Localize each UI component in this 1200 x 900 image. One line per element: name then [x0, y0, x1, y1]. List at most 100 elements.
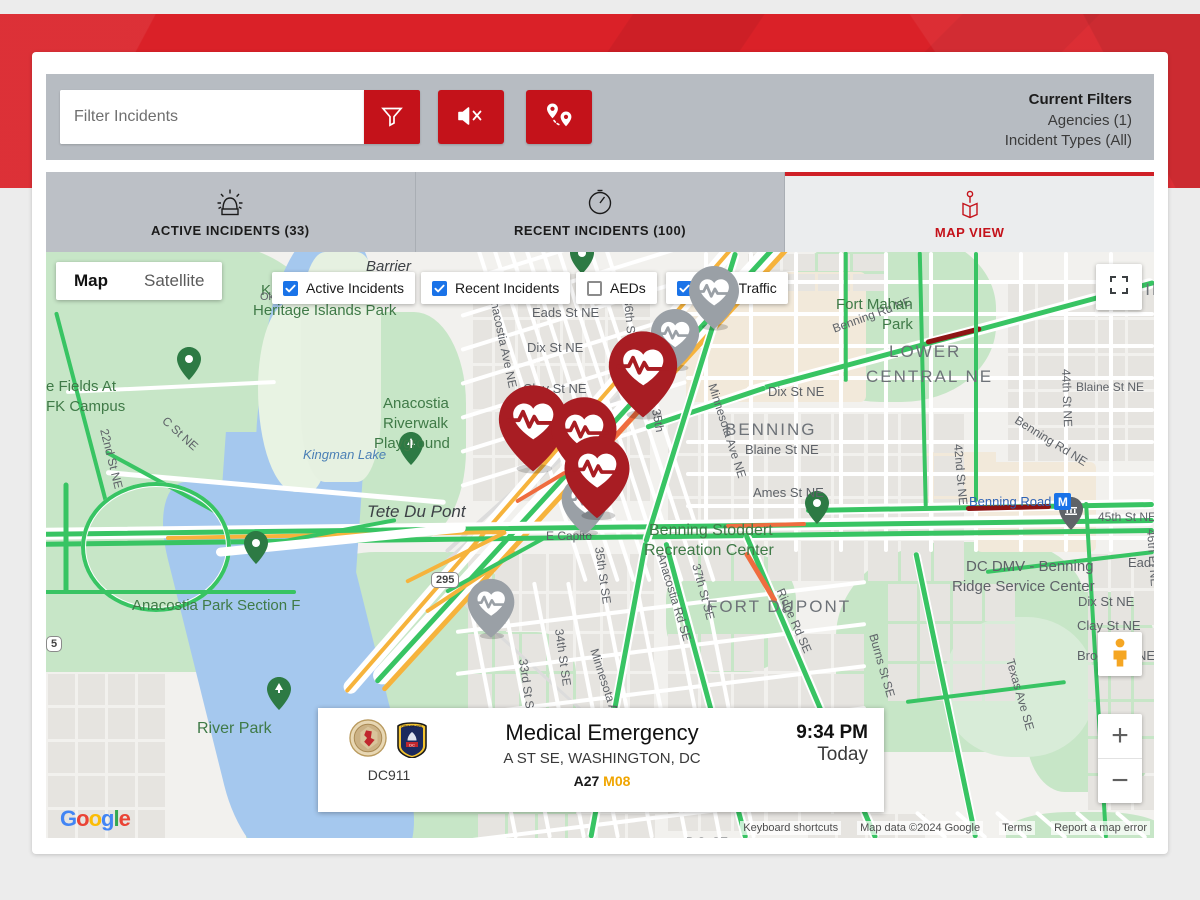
map-type-switch: Map Satellite	[56, 262, 223, 300]
building-block	[852, 253, 885, 271]
building-block	[137, 809, 165, 838]
svg-text:DC: DC	[409, 742, 415, 747]
layer-label-active-incidents: Active Incidents	[306, 280, 405, 296]
building-block	[1134, 553, 1154, 588]
report-map-error-link[interactable]: Report a map error	[1051, 821, 1150, 835]
filter-button[interactable]	[364, 90, 420, 144]
fullscreen-button[interactable]	[1096, 264, 1142, 310]
building-block	[548, 633, 574, 671]
building-block	[47, 775, 75, 807]
incident-units: A27 M08	[444, 773, 760, 789]
map-fold-pin-icon	[955, 189, 985, 219]
building-block	[47, 707, 75, 739]
dc-seal-badge-icon	[349, 719, 387, 762]
speaker-mute-icon	[456, 103, 486, 132]
building-block	[77, 673, 105, 705]
building-block	[887, 623, 917, 661]
street-ew-east	[686, 471, 1154, 477]
checkbox-unchecked-icon	[587, 280, 602, 296]
building-block	[887, 663, 917, 701]
zoom-in-button[interactable]: +	[1098, 714, 1142, 758]
building-block	[800, 413, 832, 453]
building-block	[834, 673, 865, 711]
map-type-satellite[interactable]: Satellite	[126, 262, 222, 300]
tab-map-view[interactable]: MAP VIEW	[785, 172, 1155, 252]
building-block	[1134, 590, 1154, 625]
incident-info-card[interactable]: DC DIST OF COL DC911 Medical Emergency A…	[318, 708, 884, 812]
incident-address: A ST SE, WASHINGTON, DC	[503, 750, 701, 767]
building-block	[77, 707, 105, 739]
layer-toggle-active-incidents[interactable]: Active Incidents	[272, 272, 416, 304]
keyboard-shortcuts-link[interactable]: Keyboard shortcuts	[740, 821, 842, 835]
map-type-map[interactable]: Map	[56, 262, 126, 300]
building-block	[867, 541, 898, 581]
stopwatch-icon	[585, 187, 615, 217]
building-block	[934, 541, 965, 581]
badge-row: DC DIST OF COL	[334, 718, 444, 763]
map-pins-route-icon	[543, 101, 575, 134]
building-block	[137, 741, 165, 773]
layer-toggle-recent-incidents[interactable]: Recent Incidents	[421, 272, 571, 304]
current-filters: Current Filters Agencies (1) Incident Ty…	[1005, 90, 1132, 152]
map-data-copyright: Map data ©2024 Google	[857, 821, 984, 835]
checkbox-checked-icon	[283, 280, 298, 296]
tab-recent-incidents[interactable]: RECENT INCIDENTS (100)	[415, 172, 786, 252]
building-block	[1127, 355, 1154, 389]
route-pins-button[interactable]	[526, 90, 592, 144]
fullscreen-icon	[1109, 275, 1129, 300]
checkbox-checked-icon	[432, 280, 447, 296]
building-block	[47, 741, 75, 773]
unit-secondary: M08	[603, 773, 631, 789]
mute-audio-button[interactable]	[438, 90, 504, 144]
filter-incidents-search	[60, 90, 420, 144]
incident-marker-active[interactable]	[558, 435, 636, 521]
building-block	[952, 583, 982, 621]
filter-incident-types[interactable]: Incident Types (All)	[1005, 131, 1132, 152]
dc-fire-ems-badge-icon: DC DIST OF COL	[395, 718, 429, 763]
street-ns-east	[794, 252, 798, 552]
street-ew-east	[686, 375, 1154, 381]
building-block	[107, 707, 135, 739]
building-block	[782, 253, 815, 271]
search-input[interactable]	[60, 90, 364, 144]
incident-time-value: 9:34 PM	[796, 722, 868, 743]
funnel-icon	[380, 104, 404, 131]
building-block	[985, 663, 1015, 701]
tab-map-view-label: MAP VIEW	[934, 224, 1005, 240]
metro-m-icon: M	[1054, 493, 1072, 510]
street-view-pegman-icon	[1107, 637, 1133, 671]
tab-active-incidents-label: ACTIVE INCIDENTS (33)	[151, 222, 310, 238]
layer-toggle-aeds[interactable]: AEDs	[576, 272, 657, 304]
incident-title: Medical Emergency	[505, 720, 699, 745]
current-filters-title: Current Filters	[1028, 91, 1132, 108]
map-view[interactable]: 2952955Benning RoadM22nd St NEC St NEAna…	[46, 252, 1154, 838]
tab-active-incidents[interactable]: ACTIVE INCIDENTS (33)	[46, 172, 416, 252]
svg-text:DIST OF COL: DIST OF COL	[401, 724, 422, 728]
building-block	[985, 623, 1015, 661]
incident-details: Medical Emergency A ST SE, WASHINGTON, D…	[444, 718, 760, 789]
filter-agencies[interactable]: Agencies (1)	[1005, 111, 1132, 132]
south-capitol-traffic	[46, 590, 296, 594]
building-block	[867, 413, 898, 453]
terms-link[interactable]: Terms	[999, 821, 1036, 835]
zoom-out-button[interactable]: −	[1098, 759, 1142, 803]
unit-primary: A27	[573, 773, 600, 789]
metro-station-benning-road[interactable]: Benning Road M	[969, 493, 1072, 510]
building-block	[137, 775, 165, 807]
google-logo: Google	[60, 806, 131, 831]
tab-recent-incidents-label: RECENT INCIDENTS (100)	[513, 222, 687, 238]
building-block	[107, 741, 135, 773]
building-block	[494, 673, 519, 711]
building-block	[985, 583, 1015, 621]
st-22nd-traffic	[63, 482, 69, 592]
building-block	[900, 413, 932, 453]
layer-label-aeds: AEDs	[610, 280, 646, 296]
incident-marker-recent[interactable]	[463, 578, 519, 640]
street-view-pegman-button[interactable]	[1098, 632, 1142, 676]
building-block	[934, 413, 965, 453]
street-ew-east	[686, 407, 1154, 413]
zoom-controls: + −	[1098, 714, 1142, 803]
building-block	[1037, 355, 1065, 389]
building-block	[77, 775, 105, 807]
building-block	[1110, 590, 1132, 625]
